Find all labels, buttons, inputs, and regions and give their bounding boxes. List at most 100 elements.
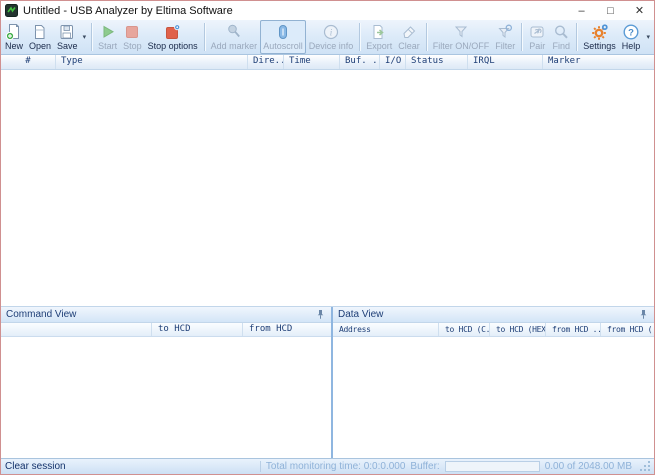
buffer-label: Buffer:: [410, 461, 439, 472]
session-status-text: Clear session: [5, 461, 255, 472]
filter-search-icon: [496, 23, 514, 41]
column-header-number[interactable]: #: [1, 55, 56, 69]
command-column-from-hcd[interactable]: from HCD: [243, 323, 331, 336]
find-button-label: Find: [553, 41, 571, 52]
resize-grip[interactable]: [639, 460, 652, 473]
settings-button[interactable]: Settings: [580, 20, 619, 54]
toolbar-separator: [576, 23, 577, 51]
start-button[interactable]: Start: [95, 20, 120, 54]
data-column-from-hcd[interactable]: from HCD ...: [546, 323, 601, 336]
pin-icon[interactable]: [638, 309, 649, 320]
monitor-grid-header: # Type Dire... Time Buf. ... I/O Status …: [1, 55, 654, 70]
toolbar-separator: [359, 23, 360, 51]
filter-onoff-button-label: Filter ON/OFF: [433, 41, 490, 52]
stop-options-icon: [164, 23, 182, 41]
device-info-button-label: Device info: [309, 41, 354, 52]
svg-text:?: ?: [628, 28, 634, 39]
help-button[interactable]: ? Help: [619, 20, 644, 54]
eraser-icon: [400, 23, 418, 41]
gear-icon: [591, 23, 609, 41]
new-button[interactable]: New: [2, 20, 26, 54]
filter-funnel-icon: [452, 23, 470, 41]
app-icon: [5, 4, 18, 17]
pair-button-label: Pair: [529, 41, 545, 52]
save-floppy-icon: [58, 23, 76, 41]
window-title: Untitled - USB Analyzer by Eltima Softwa…: [23, 5, 567, 17]
add-marker-button[interactable]: Add marker: [208, 20, 261, 54]
stop-square-icon: [123, 23, 141, 41]
toolbar-separator: [521, 23, 522, 51]
toolbar-separator: [426, 23, 427, 51]
export-button[interactable]: Export: [363, 20, 395, 54]
save-dropdown-arrow[interactable]: ▾: [81, 20, 89, 54]
data-view-body[interactable]: [333, 337, 654, 458]
bottom-panels: Command View to HCD from HCD Data View: [1, 306, 654, 458]
save-button-label: Save: [57, 41, 78, 52]
monitor-list-area[interactable]: [1, 70, 654, 306]
monitoring-time-text: Total monitoring time: 0:0:0.000: [266, 461, 406, 472]
autoscroll-button[interactable]: Autoscroll: [260, 20, 306, 54]
close-button[interactable]: ✕: [625, 1, 654, 20]
status-right-group: Total monitoring time: 0:0:0.000 Buffer:…: [266, 460, 652, 473]
status-separator: [260, 461, 261, 472]
autoscroll-button-label: Autoscroll: [263, 41, 303, 52]
info-icon: i: [322, 23, 340, 41]
command-view-title: Command View: [6, 309, 76, 320]
stop-button-label: Stop: [123, 41, 142, 52]
data-column-to-hcd-c[interactable]: to HCD (C...: [439, 323, 490, 336]
app-window: Untitled - USB Analyzer by Eltima Softwa…: [0, 0, 655, 475]
stop-options-button-label: Stop options: [148, 41, 198, 52]
column-header-time[interactable]: Time: [284, 55, 340, 69]
minimize-button[interactable]: –: [567, 1, 596, 20]
pair-button[interactable]: Pair: [525, 20, 549, 54]
export-icon: [370, 23, 388, 41]
pin-icon[interactable]: [315, 309, 326, 320]
toolbar-overflow-arrow[interactable]: ▾: [643, 20, 653, 54]
export-button-label: Export: [366, 41, 392, 52]
pair-link-icon: [528, 23, 546, 41]
data-column-from-hcd-2[interactable]: from HCD (...: [601, 323, 654, 336]
window-controls: – □ ✕: [567, 1, 654, 20]
filter-button[interactable]: Filter: [492, 20, 518, 54]
toolbar-separator: [91, 23, 92, 51]
filter-onoff-button[interactable]: Filter ON/OFF: [430, 20, 493, 54]
autoscroll-icon: [274, 23, 292, 41]
command-view-body[interactable]: [1, 337, 331, 458]
buffer-progress-bar: [445, 461, 540, 472]
new-document-icon: [5, 23, 23, 41]
column-header-irql[interactable]: IRQL: [468, 55, 543, 69]
status-bar: Clear session Total monitoring time: 0:0…: [1, 458, 654, 474]
maximize-button[interactable]: □: [596, 1, 625, 20]
data-view-panel: Data View Address to HCD (C... to HCD (H…: [333, 307, 654, 458]
column-header-io[interactable]: I/O: [380, 55, 406, 69]
data-column-address[interactable]: Address: [333, 323, 439, 336]
stop-button[interactable]: Stop: [120, 20, 145, 54]
data-view-header: Data View: [333, 307, 654, 323]
command-column-blank[interactable]: [1, 323, 152, 336]
device-info-button[interactable]: i Device info: [306, 20, 357, 54]
command-view-panel: Command View to HCD from HCD: [1, 307, 331, 458]
open-folder-icon: [31, 23, 49, 41]
command-column-to-hcd[interactable]: to HCD: [152, 323, 243, 336]
open-button[interactable]: Open: [26, 20, 54, 54]
data-column-to-hcd-hex[interactable]: to HCD (HEX): [490, 323, 546, 336]
help-button-label: Help: [622, 41, 641, 52]
toolbar: New Open Save ▾ Start Stop: [1, 20, 654, 55]
clear-button-label: Clear: [398, 41, 420, 52]
start-button-label: Start: [98, 41, 117, 52]
clear-button[interactable]: Clear: [395, 20, 423, 54]
open-button-label: Open: [29, 41, 51, 52]
column-header-type[interactable]: Type: [56, 55, 248, 69]
save-button[interactable]: Save: [54, 20, 81, 54]
find-button[interactable]: Find: [549, 20, 573, 54]
command-view-header: Command View: [1, 307, 331, 323]
column-header-status[interactable]: Status: [406, 55, 468, 69]
column-header-direction[interactable]: Dire...: [248, 55, 284, 69]
title-bar: Untitled - USB Analyzer by Eltima Softwa…: [1, 1, 654, 20]
new-button-label: New: [5, 41, 23, 52]
stop-options-button[interactable]: Stop options: [145, 20, 201, 54]
column-header-marker[interactable]: Marker: [543, 55, 654, 69]
column-header-buffer[interactable]: Buf. ...: [340, 55, 380, 69]
buffer-usage-text: 0.00 of 2048.00 MB: [545, 461, 632, 472]
toolbar-separator: [204, 23, 205, 51]
